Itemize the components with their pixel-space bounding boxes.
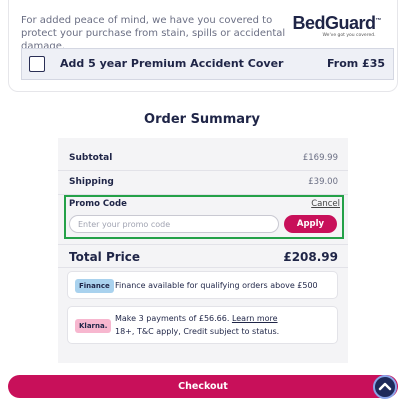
accident-cover-price: From £35 xyxy=(326,57,385,70)
total-price-label: Total Price xyxy=(69,250,141,264)
accident-cover-option[interactable]: Add 5 year Premium Accident Cover From £… xyxy=(21,48,394,80)
finance-info-card: Finance Finance available for qualifying… xyxy=(67,271,338,299)
divider xyxy=(58,267,348,268)
klarna-info-card: Klarna. Make 3 payments of £56.66. Learn… xyxy=(67,306,338,344)
subtotal-value: £169.99 xyxy=(302,153,338,163)
shipping-label: Shipping xyxy=(69,177,114,187)
total-price-value: £208.99 xyxy=(283,250,338,264)
scroll-to-top-button[interactable] xyxy=(373,375,397,399)
klarna-terms-text: 18+, T&C apply, Credit subject to status… xyxy=(115,327,280,336)
divider xyxy=(58,244,348,245)
promo-code-section: Promo Code Cancel Apply xyxy=(64,195,344,239)
accident-cover-card: For added peace of mind, we have you cov… xyxy=(8,0,398,92)
logo-tagline: We've got you covered. xyxy=(322,33,376,38)
logo-trademark: ™ xyxy=(375,18,382,24)
order-summary-title: Order Summary xyxy=(144,112,260,127)
subtotal-label: Subtotal xyxy=(69,153,113,163)
chevron-up-icon xyxy=(378,382,392,391)
checkout-button[interactable]: Checkout xyxy=(8,375,398,398)
accident-cover-checkbox[interactable] xyxy=(29,56,45,72)
apply-promo-button[interactable]: Apply xyxy=(284,215,337,233)
finance-info-text: Finance available for qualifying orders … xyxy=(115,281,318,290)
learn-more-link[interactable]: Learn more xyxy=(232,314,278,323)
order-summary-panel: Subtotal £169.99 Shipping £39.00 Total P… xyxy=(58,138,348,363)
klarna-info-text: Make 3 payments of £56.66. Learn more 18… xyxy=(115,312,279,338)
accident-cover-label: Add 5 year Premium Accident Cover xyxy=(60,57,284,70)
klarna-payments-text: Make 3 payments of £56.66. xyxy=(115,314,230,323)
promo-code-input[interactable] xyxy=(69,215,279,233)
divider xyxy=(58,170,348,171)
promo-code-label: Promo Code xyxy=(69,199,127,209)
shipping-value: £39.00 xyxy=(308,177,338,187)
logo-wordmark: BedGuard xyxy=(292,13,376,33)
promo-cancel-link[interactable]: Cancel xyxy=(311,199,340,209)
bedguard-logo: BedGuard™ We've got you covered. xyxy=(292,13,381,38)
klarna-badge: Klarna. xyxy=(75,319,112,333)
finance-badge: Finance xyxy=(75,279,114,293)
